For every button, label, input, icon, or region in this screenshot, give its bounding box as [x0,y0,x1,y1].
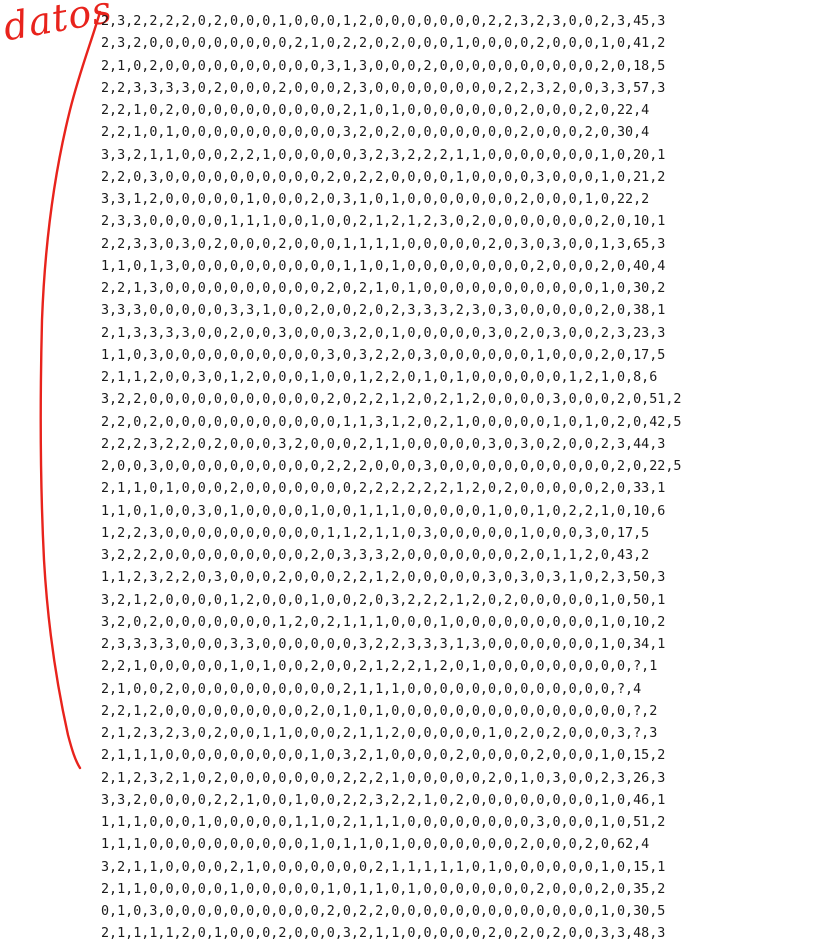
data-line: 1,1,0,1,0,0,3,0,1,0,0,0,0,1,0,0,1,1,1,0,… [101,503,666,519]
data-line: 2,2,1,2,0,0,0,0,0,0,0,0,0,2,0,1,0,1,0,0,… [101,703,658,719]
data-line: 2,0,0,3,0,0,0,0,0,0,0,0,0,0,2,2,2,0,0,0,… [101,459,682,474]
data-line: 2,2,0,3,0,0,0,0,0,0,0,0,0,0,2,0,2,2,0,0,… [101,169,666,185]
data-line: 3,2,1,1,0,0,0,0,2,1,0,0,0,0,0,0,0,2,1,1,… [101,859,666,875]
data-line: 2,1,1,1,0,0,0,0,0,0,0,0,0,1,0,3,2,1,0,0,… [101,748,666,764]
data-line: 3,2,0,2,0,0,0,0,0,0,0,1,2,0,2,1,1,1,0,0,… [101,614,666,630]
data-line: 1,2,2,3,0,0,0,0,0,0,0,0,0,0,1,1,2,1,1,0,… [101,525,650,541]
data-line: 1,1,1,0,0,0,0,0,0,0,0,0,0,1,0,1,1,0,1,0,… [101,837,650,853]
data-line: 1,1,2,3,2,2,0,3,0,0,0,2,0,0,0,2,2,1,2,0,… [101,570,666,586]
data-line: 2,1,1,1,1,2,0,1,0,0,0,2,0,0,0,3,2,1,1,0,… [101,926,666,942]
bracket-icon [39,10,102,770]
data-line: 1,1,1,0,0,0,1,0,0,0,0,0,1,1,0,2,1,1,1,0,… [101,815,666,830]
data-line: 2,1,3,3,3,3,0,0,2,0,0,3,0,0,0,3,2,0,1,0,… [101,325,666,341]
data-line: 2,1,2,3,2,1,0,2,0,0,0,0,0,0,0,2,2,2,1,0,… [101,770,666,786]
data-line: 3,2,2,0,0,0,0,0,0,0,0,0,0,0,2,0,2,2,1,2,… [101,392,682,408]
data-line: 2,3,3,0,0,0,0,0,1,1,1,0,0,1,0,0,2,1,2,1,… [101,214,666,230]
data-line: 3,2,1,2,0,0,0,0,1,2,0,0,0,1,0,0,2,0,3,2,… [101,592,666,608]
data-line: 2,1,1,2,0,0,3,0,1,2,0,0,0,1,0,0,1,2,2,0,… [101,370,658,385]
data-line: 0,1,0,3,0,0,0,0,0,0,0,0,0,0,2,0,2,2,0,0,… [101,904,666,919]
data-line: 2,3,3,3,3,0,0,0,3,3,0,0,0,0,0,0,3,2,2,3,… [101,637,666,652]
data-line: 3,3,2,0,0,0,0,2,2,1,0,0,1,0,0,2,2,3,2,2,… [101,792,666,808]
data-line: 2,2,0,2,0,0,0,0,0,0,0,0,0,0,0,1,1,3,1,2,… [101,414,682,430]
handwritten-annotation: datos [0,0,116,937]
data-line: 2,3,2,0,0,0,0,0,0,0,0,0,2,1,0,2,2,0,2,0,… [101,36,666,52]
data-line: 2,2,1,3,0,0,0,0,0,0,0,0,0,0,2,0,2,1,0,1,… [101,281,666,296]
data-line: 1,1,0,1,3,0,0,0,0,0,0,0,0,0,0,1,1,0,1,0,… [101,258,666,274]
data-line: 2,2,1,0,0,0,0,0,1,0,1,0,0,2,0,0,2,1,2,2,… [101,659,658,675]
data-line: 2,3,2,2,2,2,0,2,0,0,0,1,0,0,0,1,2,0,0,0,… [101,14,666,29]
data-line: 2,2,1,0,2,0,0,0,0,0,0,0,0,0,0,2,1,0,1,0,… [101,103,650,118]
data-line: 2,1,0,2,0,0,0,0,0,0,0,0,0,0,3,1,3,0,0,0,… [101,58,666,74]
data-line: 1,1,0,3,0,0,0,0,0,0,0,0,0,0,3,0,3,2,2,0,… [101,347,666,363]
data-line: 3,2,2,2,0,0,0,0,0,0,0,0,0,2,0,3,3,3,2,0,… [101,548,650,563]
data-listing: 2,3,2,2,2,2,0,2,0,0,0,1,0,0,0,1,2,0,0,0,… [101,11,681,946]
data-line: 2,2,3,3,3,3,0,2,0,0,0,2,0,0,0,2,3,0,0,0,… [101,80,666,96]
data-line: 2,1,0,0,2,0,0,0,0,0,0,0,0,0,0,2,1,1,1,0,… [101,681,642,697]
data-line: 3,3,2,1,1,0,0,0,2,2,1,0,0,0,0,0,3,2,3,2,… [101,147,666,163]
data-line: 2,2,1,0,1,0,0,0,0,0,0,0,0,0,0,3,2,0,2,0,… [101,125,650,141]
data-line: 2,1,1,0,0,0,0,0,1,0,0,0,0,0,1,0,1,1,0,1,… [101,881,666,897]
data-line: 2,1,1,0,1,0,0,0,2,0,0,0,0,0,0,0,2,2,2,2,… [101,481,666,497]
data-line: 2,1,2,3,2,3,0,2,0,0,1,1,0,0,0,2,1,1,2,0,… [101,726,658,741]
data-line: 2,2,2,3,2,2,0,2,0,0,0,3,2,0,0,0,2,1,1,0,… [101,436,666,452]
data-line: 3,3,3,0,0,0,0,0,3,3,1,0,0,2,0,0,2,0,2,3,… [101,303,666,319]
data-line: 2,2,3,3,0,3,0,2,0,0,0,2,0,0,0,1,1,1,1,0,… [101,236,666,252]
data-line: 3,3,1,2,0,0,0,0,0,1,0,0,0,2,0,3,1,0,1,0,… [101,192,650,207]
